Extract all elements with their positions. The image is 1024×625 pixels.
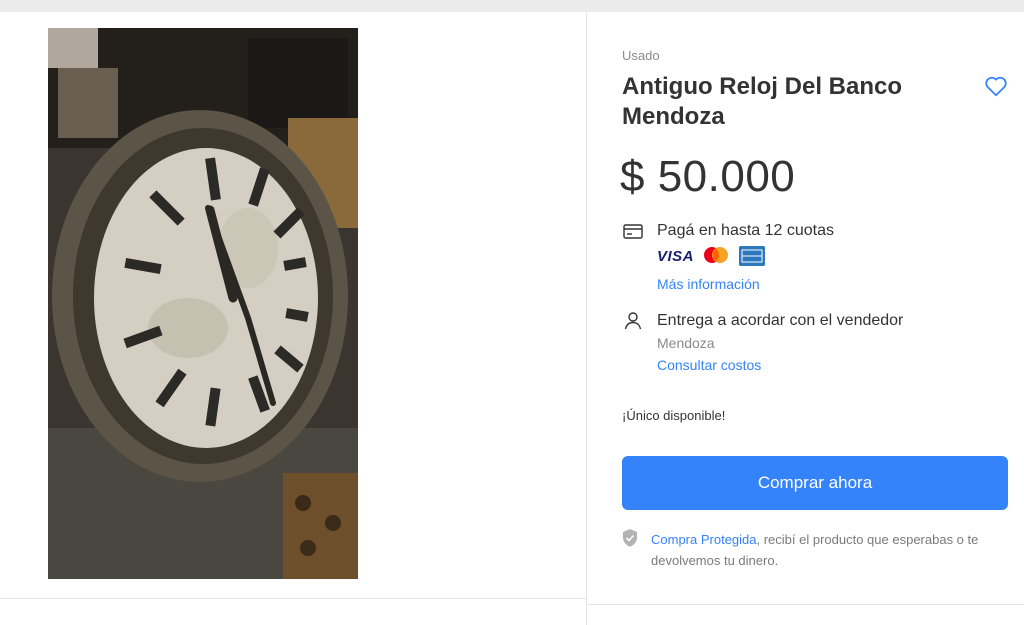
buy-now-button[interactable]: Comprar ahora — [622, 456, 1008, 510]
shipping-costs-link[interactable]: Consultar costos — [657, 357, 761, 373]
delivery-text: Entrega a acordar con el vendedor — [657, 312, 904, 329]
protected-purchase-link[interactable]: Compra Protegida — [651, 532, 757, 547]
price: $ 50.000 — [620, 152, 796, 201]
buy-box-divider — [587, 604, 1024, 605]
condition-label: Usado — [622, 48, 660, 63]
shield-check-icon — [621, 528, 639, 553]
installments-text: Pagá en hasta 12 cuotas — [657, 222, 835, 239]
more-info-link[interactable]: Más información — [657, 276, 760, 292]
stock-label: ¡Único disponible! — [622, 408, 726, 423]
visa-logo: VISA — [657, 248, 695, 265]
credit-card-icon — [622, 220, 644, 242]
product-title: Antiguo Reloj Del Banco Mendoza — [622, 73, 903, 130]
gallery-divider — [0, 598, 586, 599]
protection-notice: Compra Protegida, recibí el producto que… — [651, 529, 1011, 571]
clock-photo — [48, 28, 358, 579]
heart-outline-icon[interactable] — [983, 73, 1009, 99]
amex-logo — [739, 246, 765, 266]
payment-brands: VISA — [657, 245, 777, 267]
product-image[interactable] — [48, 28, 358, 579]
buy-box: Usado Antiguo Reloj Del Banco Mendoza $ … — [587, 12, 1024, 625]
mastercard-logo — [701, 246, 731, 271]
seller-location: Mendoza — [657, 335, 715, 351]
person-icon — [622, 310, 644, 332]
product-page: Usado Antiguo Reloj Del Banco Mendoza $ … — [0, 12, 1024, 625]
gallery-column — [0, 12, 587, 625]
